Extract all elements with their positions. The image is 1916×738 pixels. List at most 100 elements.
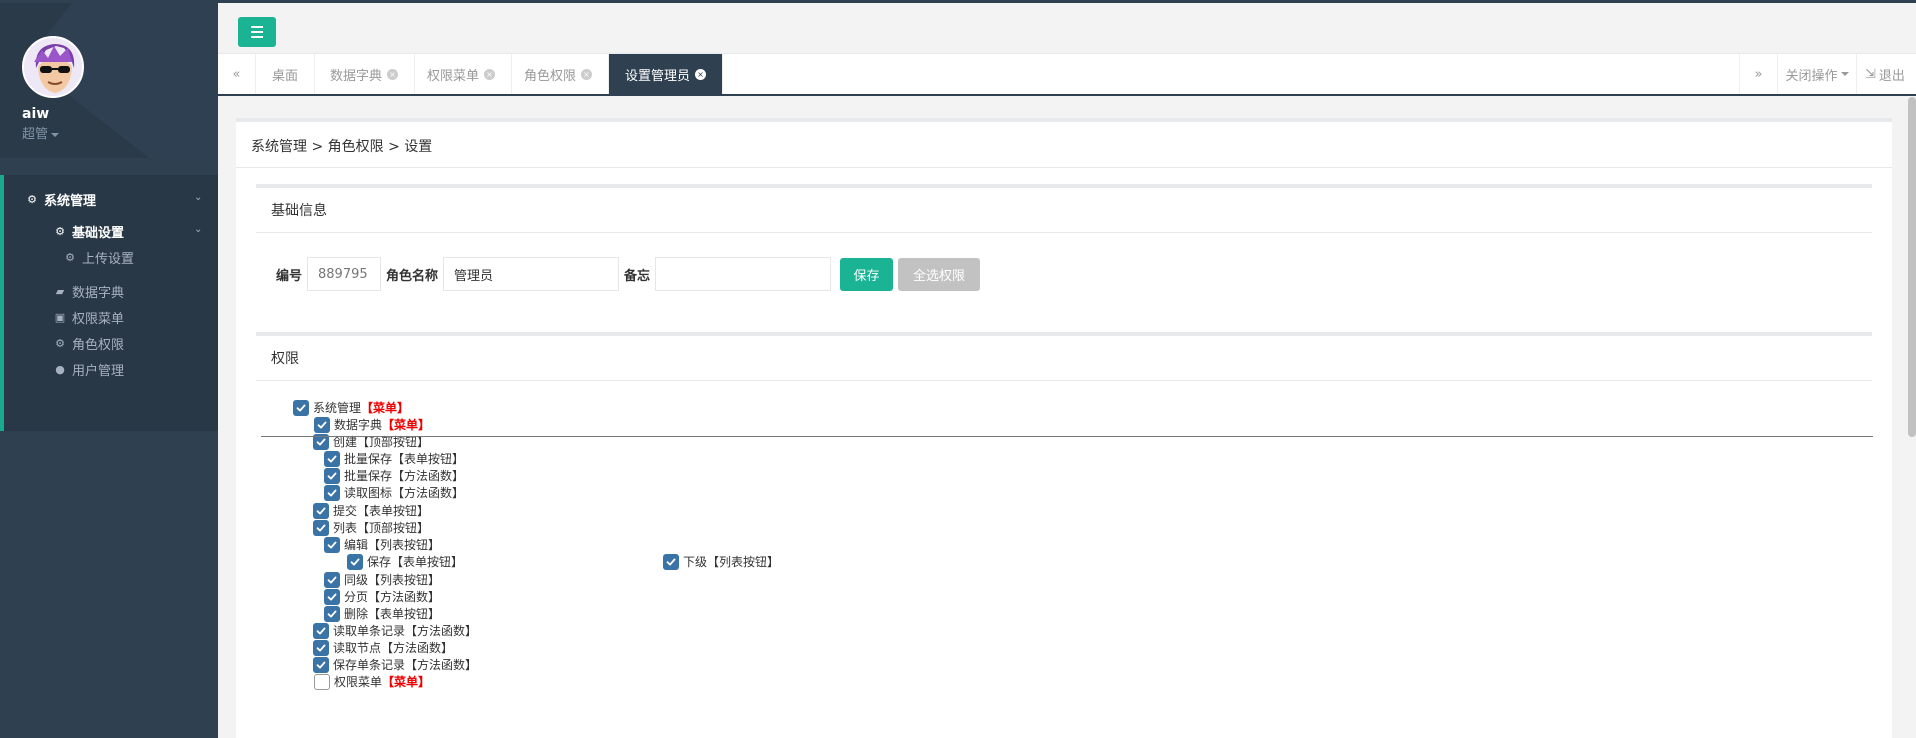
sidebar-item-label: 权限菜单 xyxy=(72,312,125,327)
tab-dictionary[interactable]: 数据字典 × xyxy=(314,54,416,94)
select-all-permissions-button[interactable]: 全选权限 xyxy=(898,257,981,291)
permission-label[interactable]: 保存单条记录 xyxy=(333,656,405,673)
tab-scroll-right-button[interactable]: » xyxy=(1739,54,1777,94)
permission-label[interactable]: 读取节点 xyxy=(333,639,381,656)
permission-tree-item: 删除 【表单按钮】 xyxy=(324,605,440,622)
double-right-arrow-icon: » xyxy=(1754,66,1763,82)
sidebar-item-upload-settings[interactable]: ⚙ 上传设置 xyxy=(64,248,134,267)
checkbox-unchecked[interactable] xyxy=(314,673,330,690)
permission-label[interactable]: 下级 xyxy=(683,553,707,570)
avatar[interactable] xyxy=(22,36,84,98)
checkbox-checked[interactable] xyxy=(324,588,340,605)
permission-type-tag: 【方法函数】 xyxy=(392,486,465,500)
checkbox-checked[interactable] xyxy=(324,467,340,484)
permission-type-tag: 【方法函数】 xyxy=(381,641,454,655)
tab-label: 桌面 xyxy=(272,68,299,84)
permission-tree-item: 保存 【表单按钮】 xyxy=(347,553,463,570)
permission-label[interactable]: 数据字典 xyxy=(334,416,382,433)
remark-field[interactable] xyxy=(655,257,832,291)
permission-type-tag: 【表单按钮】 xyxy=(392,452,465,466)
permission-type-tag: 【方法函数】 xyxy=(392,469,465,483)
checkbox-checked[interactable] xyxy=(313,519,329,536)
permission-label[interactable]: 删除 xyxy=(344,605,368,622)
sidebar-item-permission-menu[interactable]: ▣ 权限菜单 xyxy=(54,308,124,327)
checkbox-checked[interactable] xyxy=(293,399,309,416)
sidebar-item-basic-settings[interactable]: ⚙ 基础设置 xyxy=(54,222,124,241)
scrollbar[interactable] xyxy=(1908,97,1916,437)
gear-icon: ⚙ xyxy=(27,193,37,206)
permission-label[interactable]: 保存 xyxy=(367,553,391,570)
permission-label[interactable]: 批量保存 xyxy=(344,450,392,467)
permission-tree-item: 分页 【方法函数】 xyxy=(324,588,440,605)
sidebar-item-system[interactable]: ⚙ 系统管理 xyxy=(26,190,96,209)
permissions-title: 权限 xyxy=(271,351,299,367)
permissions-box: 权限 系统管理 【菜单】 数据字典 【菜单】 创建 【顶部按钮】 批量保存 【表单按钮】 批量保… xyxy=(256,332,1873,738)
permission-label[interactable]: 系统管理 xyxy=(313,399,361,416)
permission-label[interactable]: 权限菜单 xyxy=(334,673,382,690)
checkbox-checked[interactable] xyxy=(347,553,363,570)
permission-type-tag: 【菜单】 xyxy=(361,401,410,415)
tab-label: 权限菜单 xyxy=(427,68,480,84)
permission-label[interactable]: 提交 xyxy=(333,502,357,519)
divider xyxy=(256,380,1872,381)
tab-label: 角色权限 xyxy=(524,68,577,84)
sidebar-item-label: 用户管理 xyxy=(72,364,125,379)
close-icon[interactable]: × xyxy=(484,68,496,80)
permission-tree-item: 批量保存 【表单按钮】 xyxy=(324,450,464,467)
permission-tree-item: 列表 【顶部按钮】 xyxy=(313,519,429,536)
tab-role-permission[interactable]: 角色权限 × xyxy=(508,54,610,94)
logout-button[interactable]: ⇲ 退出 xyxy=(1856,54,1916,94)
permission-tree-item: 权限菜单 【菜单】 xyxy=(314,673,430,690)
role-name-field[interactable]: 管理员 xyxy=(443,257,620,291)
sidebar-nav: ⚙ 系统管理 ⌄ ⚙ 基础设置 ⌄ ⚙ 上传设置 ▰ 数据字典 ▣ 权限菜单 ⚙… xyxy=(0,175,218,431)
sidebar-item-role-permission[interactable]: ⚙ 角色权限 xyxy=(54,334,124,353)
checkbox-checked[interactable] xyxy=(324,571,340,588)
permission-label[interactable]: 读取图标 xyxy=(344,484,392,501)
permission-label[interactable]: 批量保存 xyxy=(344,467,392,484)
id-field[interactable]: 889795 xyxy=(307,257,382,291)
close-icon[interactable]: × xyxy=(581,68,593,80)
close-operations-dropdown[interactable]: 关闭操作 xyxy=(1777,54,1856,94)
permission-label[interactable]: 读取单条记录 xyxy=(333,622,405,639)
save-button[interactable]: 保存 xyxy=(840,257,894,291)
sign-out-icon: ⇲ xyxy=(1865,66,1876,82)
sidebar: aiw 超管 ⚙ 系统管理 ⌄ ⚙ 基础设置 ⌄ ⚙ 上传设置 ▰ 数据字典 ▣… xyxy=(0,3,218,738)
permission-tree-item: 下级 【列表按钮】 xyxy=(663,553,779,570)
divider xyxy=(261,436,1873,437)
caret-down-icon xyxy=(1840,72,1849,76)
close-icon[interactable]: × xyxy=(695,68,707,80)
checkbox-checked[interactable] xyxy=(663,553,679,570)
divider xyxy=(256,232,1872,233)
tab-permission-menu[interactable]: 权限菜单 × xyxy=(411,54,513,94)
permission-label[interactable]: 列表 xyxy=(333,519,357,536)
permission-label[interactable]: 分页 xyxy=(344,588,368,605)
bars-icon xyxy=(251,26,263,28)
checkbox-checked[interactable] xyxy=(324,536,340,553)
menu-toggle-button[interactable] xyxy=(238,17,276,47)
permission-label[interactable]: 同级 xyxy=(344,571,368,588)
caret-down-icon xyxy=(51,132,60,137)
tab-desktop[interactable]: 桌面 xyxy=(256,54,316,94)
sidebar-item-label: 上传设置 xyxy=(82,252,135,267)
checkbox-checked[interactable] xyxy=(313,622,329,639)
checkbox-checked[interactable] xyxy=(324,484,340,501)
permission-tree-item: 保存单条记录 【方法函数】 xyxy=(313,656,477,673)
tab-set-admin[interactable]: 设置管理员 × xyxy=(609,54,724,94)
permission-label[interactable]: 编辑 xyxy=(344,536,368,553)
checkbox-checked[interactable] xyxy=(313,502,329,519)
close-icon[interactable]: × xyxy=(387,68,399,80)
user-role-dropdown[interactable]: 超管 xyxy=(22,123,60,142)
sidebar-item-user-management[interactable]: ● 用户管理 xyxy=(54,360,124,379)
permission-type-tag: 【表单按钮】 xyxy=(357,504,430,518)
breadcrumb: 系统管理 > 角色权限 > 设置 xyxy=(251,139,433,155)
checkbox-checked[interactable] xyxy=(313,656,329,673)
basic-info-form: 编号 889795 角色名称 管理员 备忘 保存 全选权限 xyxy=(276,257,981,291)
checkbox-checked[interactable] xyxy=(313,639,329,656)
sidebar-item-label: 系统管理 xyxy=(44,194,97,209)
tab-scroll-left-button[interactable]: « xyxy=(218,54,256,94)
sidebar-item-dictionary[interactable]: ▰ 数据字典 xyxy=(54,282,124,301)
checkbox-checked[interactable] xyxy=(314,416,330,433)
checkbox-checked[interactable] xyxy=(324,605,340,622)
basic-info-title: 基础信息 xyxy=(271,203,327,219)
checkbox-checked[interactable] xyxy=(324,450,340,467)
